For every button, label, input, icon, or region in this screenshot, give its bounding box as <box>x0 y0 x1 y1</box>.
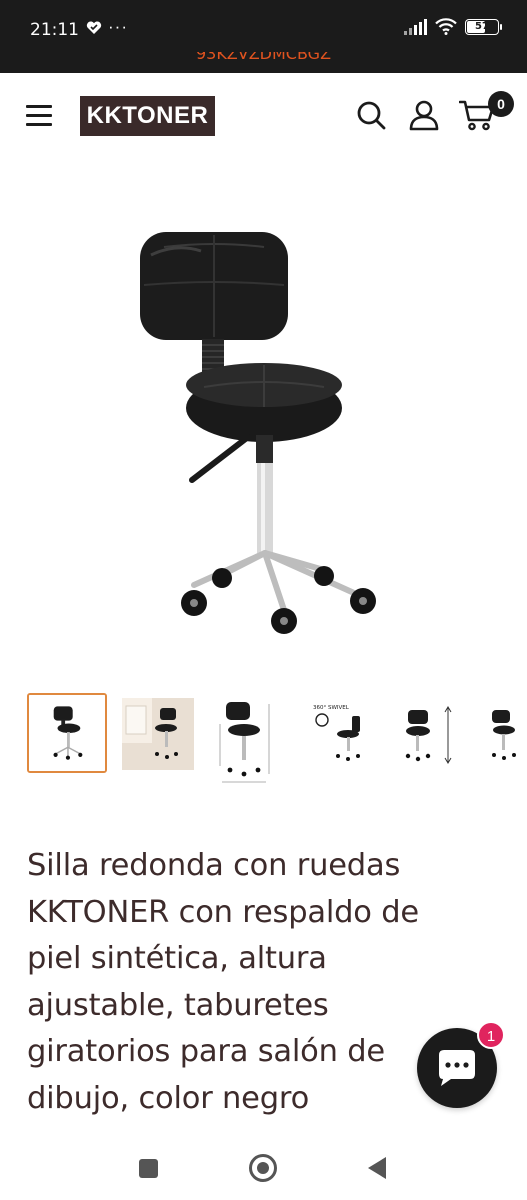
site-logo[interactable]: KKTONER <box>80 96 215 136</box>
product-main-image[interactable] <box>26 225 504 660</box>
wifi-icon <box>435 18 457 35</box>
recent-apps-icon[interactable] <box>139 1159 158 1178</box>
status-time: 21:11 <box>30 20 79 40</box>
more-dots-icon: ··· <box>108 17 128 36</box>
system-nav-bar <box>0 1135 527 1200</box>
thumbnail-2[interactable] <box>122 698 194 770</box>
battery-icon: 57 <box>465 18 502 35</box>
swivel-label: 360° SWIVEL <box>313 705 350 711</box>
heart-icon <box>86 21 102 38</box>
back-icon[interactable] <box>368 1157 386 1179</box>
thumbnail-4[interactable]: 360° SWIVEL <box>310 700 382 772</box>
thumbnail-3[interactable] <box>214 694 286 786</box>
site-header: KKTONER <box>0 73 527 159</box>
status-icons: 57 <box>404 18 502 35</box>
promo-banner[interactable]: 93KZVZDMCBGZ <box>0 52 527 73</box>
search-icon[interactable] <box>355 99 387 131</box>
thumbnail-5[interactable] <box>398 700 470 772</box>
status-bar: 21:11 ··· 57 <box>0 0 527 52</box>
signal-icon <box>404 18 427 35</box>
battery-level: 57 <box>475 20 489 32</box>
product-title: Silla redonda con ruedas KKTONER con res… <box>27 848 419 1116</box>
cart-count-badge: 0 <box>488 91 514 117</box>
thumbnail-1[interactable] <box>27 693 107 773</box>
thumbnail-6[interactable] <box>482 700 527 772</box>
chat-unread-badge: 1 <box>477 1021 505 1049</box>
user-icon[interactable] <box>408 99 440 131</box>
thumbnail-strip: 360° SWIVEL <box>0 690 527 790</box>
promo-code: 93KZVZDMCBGZ <box>195 52 332 63</box>
home-icon[interactable] <box>249 1154 277 1182</box>
menu-icon[interactable] <box>24 103 54 127</box>
